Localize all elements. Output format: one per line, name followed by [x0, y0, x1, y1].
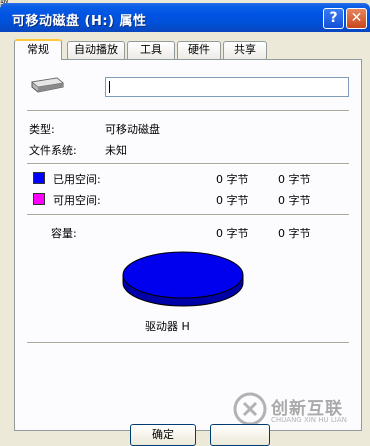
used-space-label: 已用空间:	[53, 173, 101, 186]
tab-general[interactable]: 常规	[14, 39, 62, 60]
cancel-button[interactable]	[210, 424, 270, 446]
used-space-swatch	[33, 172, 45, 184]
used-space-bytes: 0 字节	[216, 173, 249, 186]
help-button[interactable]: ?	[323, 8, 344, 29]
divider	[27, 110, 349, 112]
filesystem-label: 文件系统:	[29, 144, 77, 157]
general-panel: 类型: 可移动磁盘 文件系统: 未知 已用空间: 0 字节 0 字节 可用空间:…	[14, 59, 362, 431]
capacity-label: 容量:	[51, 227, 77, 240]
free-space-size: 0 字节	[278, 194, 311, 207]
close-button[interactable]: ✕	[346, 8, 367, 29]
watermark-icon	[233, 392, 267, 426]
free-space-label: 可用空间:	[53, 194, 101, 207]
help-icon: ?	[329, 10, 338, 26]
tab-autoplay[interactable]: 自动播放	[67, 41, 125, 59]
type-value: 可移动磁盘	[105, 123, 160, 136]
tab-sharing[interactable]: 共享	[223, 41, 267, 59]
watermark-subtext: CHUANG XIN HU LIAN	[271, 416, 347, 424]
type-label: 类型:	[29, 123, 55, 136]
filesystem-value: 未知	[105, 144, 127, 157]
used-space-size: 0 字节	[278, 173, 311, 186]
tab-tools[interactable]: 工具	[127, 41, 175, 59]
removable-drive-icon	[31, 77, 64, 93]
free-space-bytes: 0 字节	[216, 194, 249, 207]
window-title: 可移动磁盘 (H:) 属性	[12, 14, 147, 29]
title-bar[interactable]: 可移动磁盘 (H:) 属性 ? ✕	[0, 3, 370, 32]
drive-caption: 驱动器 H	[145, 320, 190, 333]
tab-hardware[interactable]: 硬件	[177, 41, 221, 59]
ok-button[interactable]: 确定	[130, 424, 196, 446]
disk-usage-pie	[122, 251, 244, 307]
close-icon: ✕	[350, 10, 363, 26]
free-space-swatch	[33, 193, 45, 205]
capacity-bytes: 0 字节	[216, 227, 249, 240]
capacity-size: 0 字节	[278, 227, 311, 240]
divider	[27, 163, 349, 165]
divider	[27, 214, 349, 216]
divider	[27, 342, 349, 344]
drive-name-input[interactable]	[105, 77, 349, 97]
